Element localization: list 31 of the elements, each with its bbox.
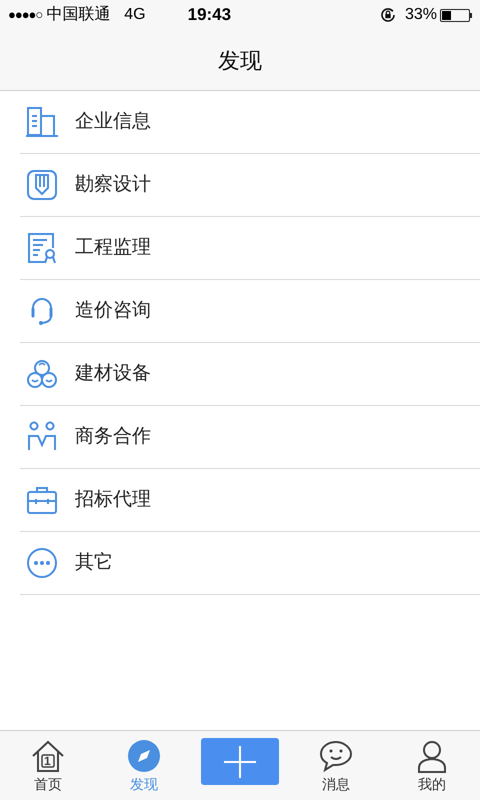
tab-item[interactable]: 1 首页 <box>31 738 65 792</box>
status-time: 19:43 <box>188 4 232 26</box>
menu-item[interactable]: 工程监理 <box>20 217 480 280</box>
network-type: 4G <box>124 5 146 25</box>
certificate-icon <box>25 231 59 265</box>
building-icon <box>25 105 59 139</box>
circles-icon <box>25 357 59 391</box>
add-button[interactable] <box>201 738 279 785</box>
menu-item[interactable]: 勘察设计 <box>20 154 480 217</box>
page-title: 发现 <box>218 46 262 74</box>
more-icon <box>25 546 59 580</box>
signal-strength: ●●●●○ <box>8 6 42 24</box>
menu-item[interactable]: 招标代理 <box>20 469 480 532</box>
compass-icon <box>127 738 161 772</box>
battery-percentage: 33% <box>404 5 437 25</box>
tab-item[interactable]: 消息 <box>319 738 353 792</box>
menu-item[interactable]: 企业信息 <box>20 91 480 154</box>
tab-item[interactable]: 我的 <box>415 738 449 792</box>
menu-item[interactable]: 商务合作 <box>20 406 480 469</box>
rotation-lock-icon <box>378 6 397 24</box>
menu-item[interactable]: 建材设备 <box>20 343 480 406</box>
home-number: 1 <box>44 754 51 768</box>
person-icon <box>415 738 449 772</box>
pencil-icon <box>25 168 59 202</box>
home-icon <box>31 738 65 772</box>
chat-icon <box>319 738 353 772</box>
plus-icon <box>223 744 257 778</box>
menu-item[interactable]: 其它 <box>20 532 480 595</box>
carrier-name: 中国联通 <box>46 4 110 25</box>
battery-icon <box>440 8 472 22</box>
menu-item[interactable]: 造价咨询 <box>20 280 480 343</box>
